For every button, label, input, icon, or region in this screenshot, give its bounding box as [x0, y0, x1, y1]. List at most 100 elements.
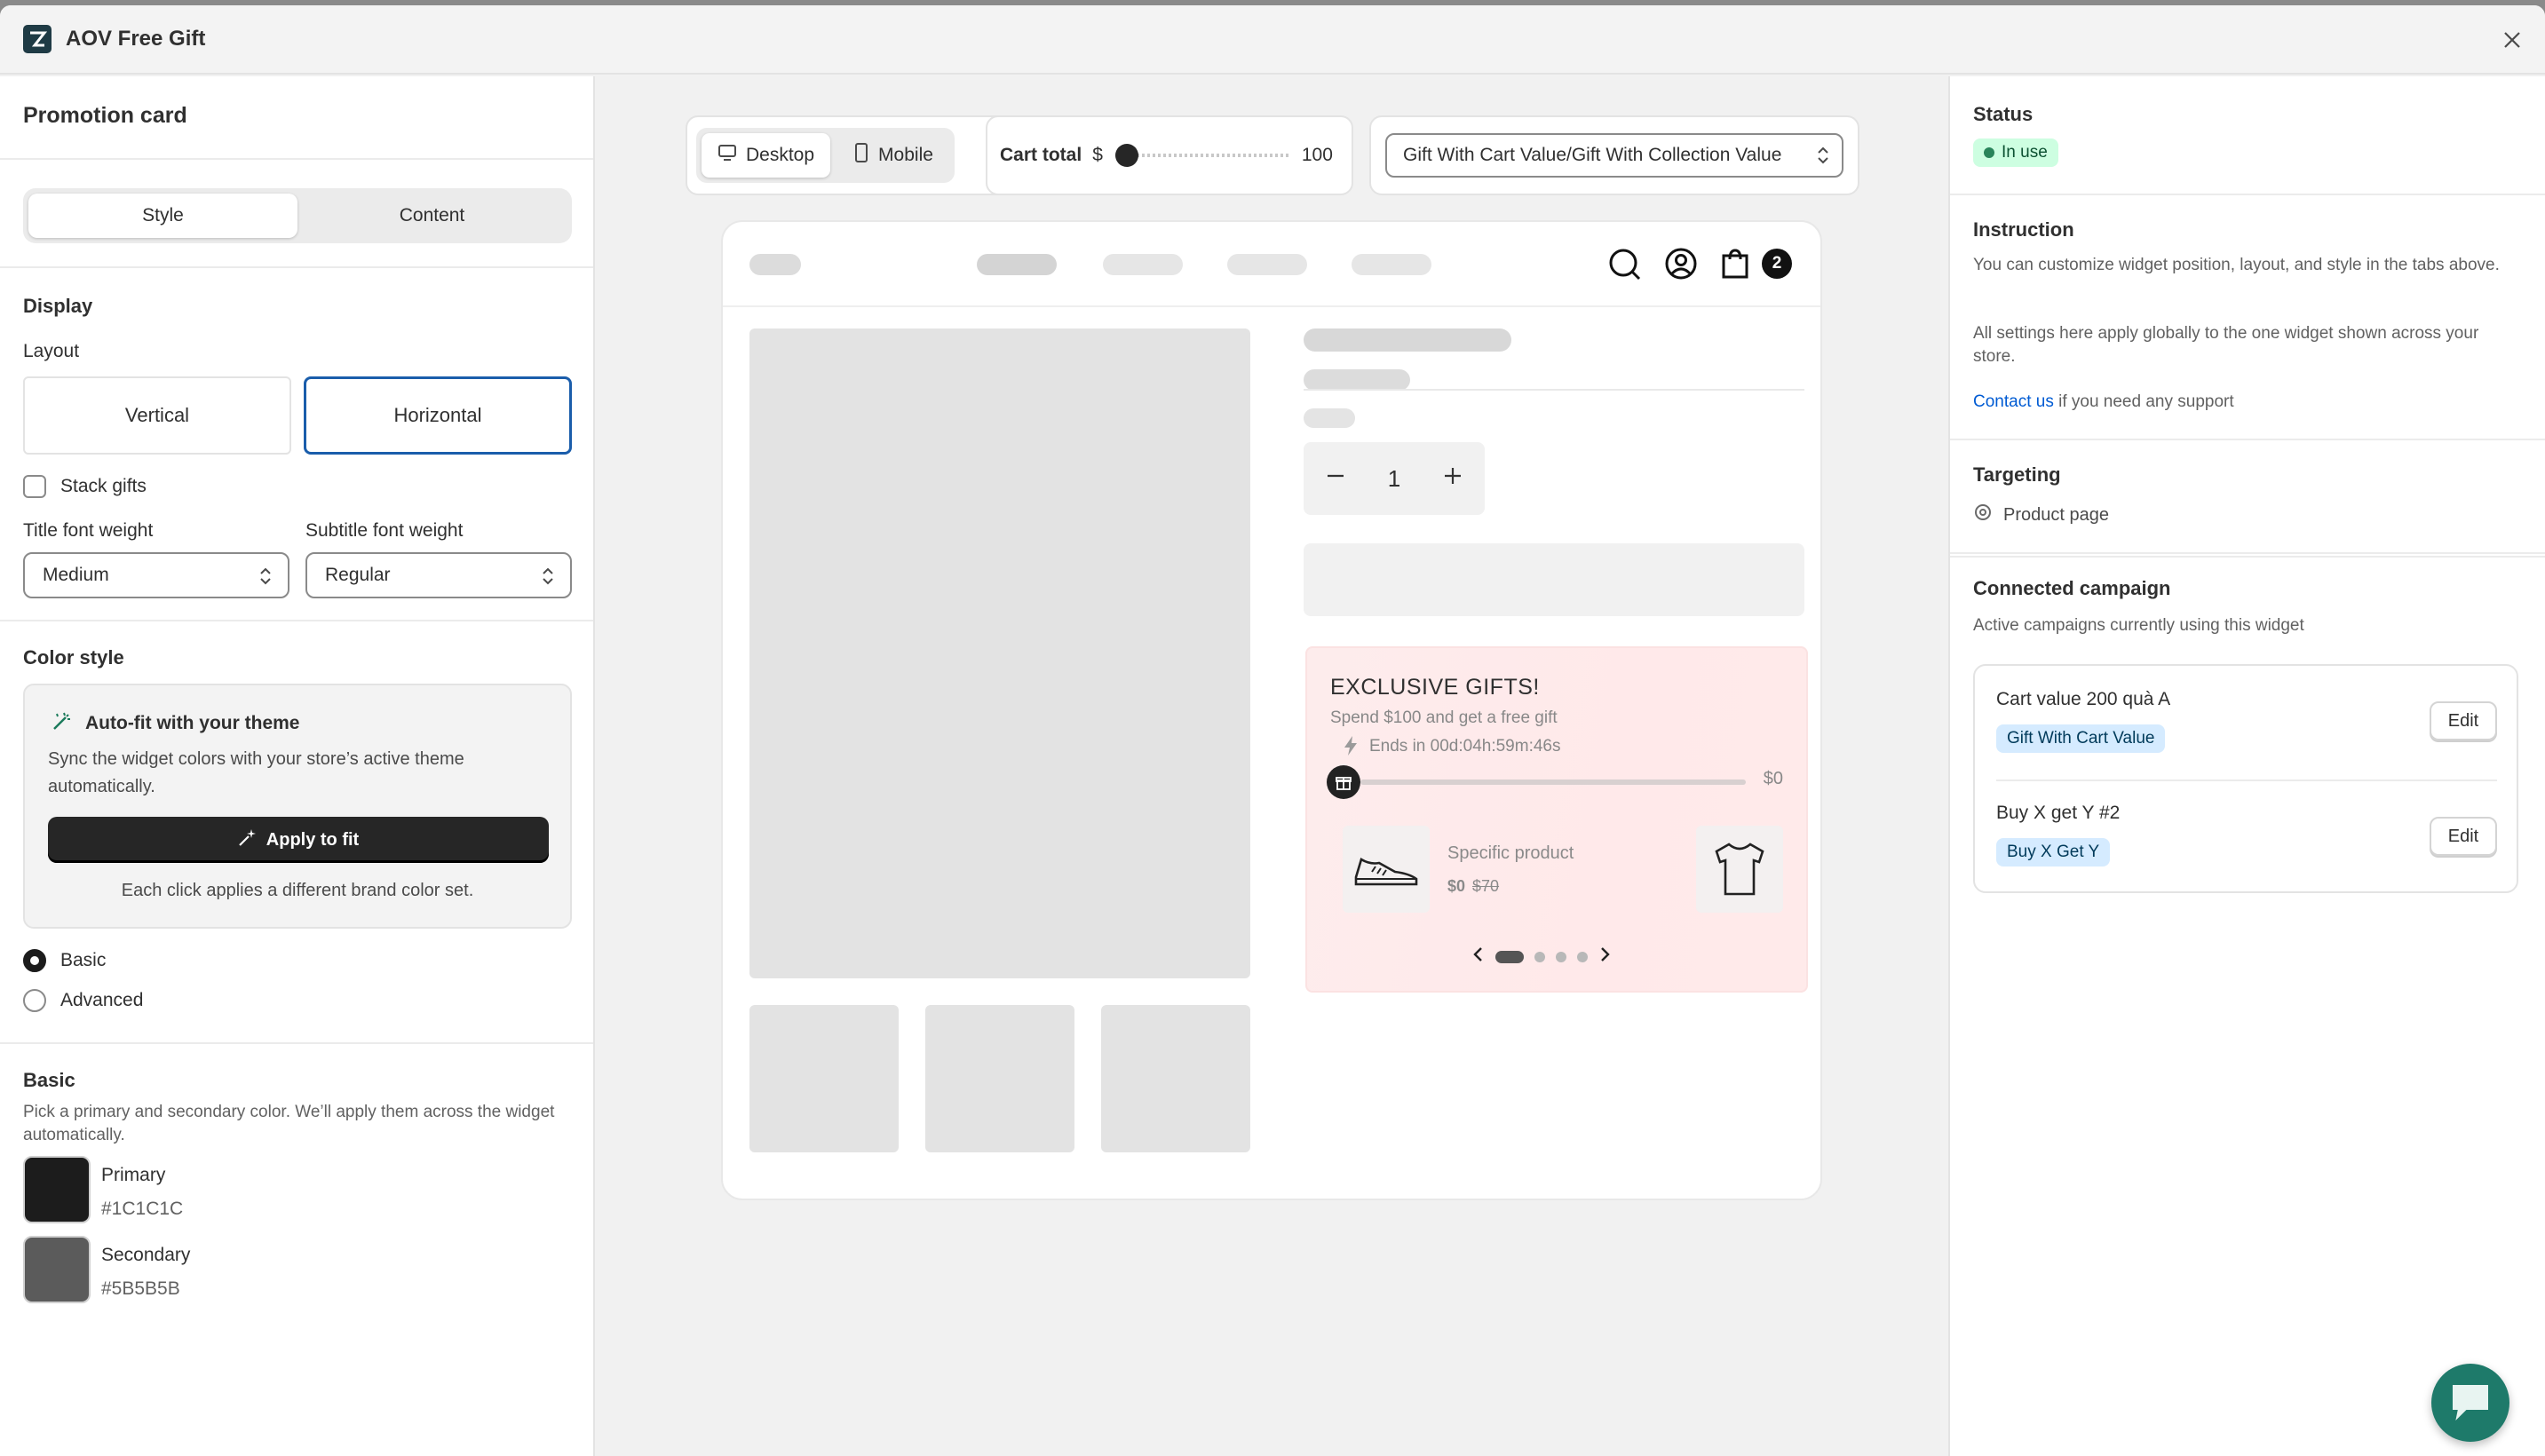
status-section: Status In use — [1950, 76, 2545, 195]
stack-gifts-row[interactable]: Stack gifts — [23, 475, 147, 498]
thumbnail-placeholder — [749, 1005, 899, 1152]
settings-panel: Promotion card Style Content Display Lay… — [0, 76, 595, 1456]
account-icon — [1664, 247, 1698, 285]
autofit-card: Auto-fit with your theme Sync the widget… — [23, 684, 572, 929]
quantity-value: 1 — [1387, 464, 1401, 492]
title-font-weight-value: Medium — [43, 565, 109, 585]
currency-symbol: $ — [1092, 145, 1103, 165]
display-heading: Display — [23, 295, 93, 317]
subtitle-font-weight-label: Subtitle font weight — [305, 520, 464, 541]
carousel-pagination — [1472, 946, 1611, 967]
cart-total-slider[interactable] — [1114, 144, 1289, 167]
search-icon — [1607, 247, 1643, 287]
target-icon — [1973, 502, 1993, 527]
store-preview: 2 1 EXCLUSIVE GIFTS! Spend $100 and get … — [721, 220, 1822, 1200]
tab-content[interactable]: Content — [297, 194, 567, 238]
chat-button[interactable] — [2431, 1364, 2509, 1442]
app-title: AOV Free Gift — [66, 27, 206, 51]
minus-icon[interactable] — [1325, 465, 1346, 493]
stack-gifts-label: Stack gifts — [60, 476, 147, 496]
title-placeholder — [1304, 328, 1511, 352]
apply-to-fit-label: Apply to fit — [266, 829, 360, 850]
secondary-color-swatch[interactable] — [23, 1236, 91, 1303]
desktop-button[interactable]: Desktop — [702, 133, 831, 178]
nav-placeholder — [1352, 254, 1431, 275]
select-chevron-icon — [1815, 144, 1831, 172]
device-toggle: Desktop Mobile — [696, 128, 955, 183]
nav-placeholder — [1103, 254, 1183, 275]
desktop-label: Desktop — [746, 145, 815, 165]
magic-wand-icon — [52, 710, 73, 736]
chevron-left-icon[interactable] — [1472, 946, 1485, 967]
chevron-right-icon[interactable] — [1598, 946, 1611, 967]
color-style-heading: Color style — [23, 646, 124, 669]
apply-to-fit-button[interactable]: Apply to fit — [48, 817, 549, 863]
carousel-dot[interactable] — [1577, 951, 1588, 962]
cart-total-card: Cart total $ 100 — [986, 115, 1353, 195]
cart-total-value: 100 — [1301, 145, 1333, 165]
subtitle-font-weight-value: Regular — [325, 565, 391, 585]
chat-icon — [2448, 1381, 2493, 1426]
cart-icon — [1719, 247, 1751, 285]
primary-color-swatch[interactable] — [23, 1156, 91, 1223]
radio-basic-label: Basic — [60, 950, 107, 970]
slider-thumb[interactable] — [1114, 144, 1138, 167]
style-content-tabs: Style Content — [23, 188, 572, 243]
targeting-item: Product page — [1973, 502, 2109, 527]
gift-compare-price: $70 — [1472, 877, 1500, 895]
nav-placeholder — [1227, 254, 1307, 275]
edit-button[interactable]: Edit — [2430, 701, 2497, 740]
radio-advanced-row[interactable]: Advanced — [23, 989, 143, 1012]
gift-price: $0 — [1447, 877, 1466, 895]
cart-total-label: Cart total — [1000, 145, 1082, 165]
carousel-dot[interactable] — [1556, 951, 1566, 962]
campaign-type-badge: Gift With Cart Value — [1996, 724, 2166, 753]
carousel-dot-active[interactable] — [1495, 950, 1524, 963]
contact-us-link[interactable]: Contact us — [1973, 392, 2054, 411]
desktop-icon — [718, 143, 737, 168]
mobile-button[interactable]: Mobile — [837, 133, 949, 178]
title-font-weight-select[interactable]: Medium — [23, 552, 289, 598]
radio-advanced[interactable] — [23, 989, 46, 1012]
secondary-color-label: Secondary — [101, 1245, 191, 1265]
device-toggle-card: Desktop Mobile — [686, 115, 1018, 195]
status-badge-label: In use — [2002, 143, 2048, 162]
app-logo-icon — [23, 25, 52, 53]
campaign-select-card: Gift With Cart Value/Gift With Collectio… — [1369, 115, 1859, 195]
basic-heading: Basic — [23, 1069, 75, 1091]
apply-hint: Each click applies a different brand col… — [121, 881, 474, 900]
primary-color-label: Primary — [101, 1165, 166, 1185]
primary-color-value: #1C1C1C — [101, 1199, 184, 1219]
stack-gifts-checkbox[interactable] — [23, 475, 46, 498]
cart-count-badge: 2 — [1762, 249, 1792, 279]
edit-button[interactable]: Edit — [2430, 817, 2497, 856]
connected-campaign-description: Active campaigns currently using this wi… — [1973, 616, 2304, 635]
tab-style[interactable]: Style — [28, 194, 297, 238]
close-icon[interactable] — [2497, 25, 2527, 55]
targeting-section: Targeting Product page — [1950, 439, 2545, 554]
support-line: Contact us if you need any support — [1973, 392, 2234, 412]
carousel-dot[interactable] — [1534, 951, 1545, 962]
autofit-description: Sync the widget colors with your store’s… — [48, 749, 464, 796]
logo-placeholder — [749, 254, 801, 275]
layout-horizontal-option[interactable]: Horizontal — [304, 376, 572, 455]
campaign-name: Cart value 200 quà A — [1996, 689, 2171, 709]
subtitle-font-weight-select[interactable]: Regular — [305, 552, 572, 598]
product-image-placeholder — [749, 328, 1250, 978]
thumbnail-placeholder — [1101, 1005, 1250, 1152]
quantity-stepper[interactable]: 1 — [1304, 442, 1485, 515]
list-item: Buy X get Y #2 Buy X Get Y Edit — [1975, 781, 2517, 895]
campaign-select[interactable]: Gift With Cart Value/Gift With Collectio… — [1385, 133, 1843, 178]
nav-placeholder — [977, 254, 1057, 275]
title-font-weight-label: Title font weight — [23, 520, 154, 541]
radio-basic-row[interactable]: Basic — [23, 949, 106, 972]
promo-title: EXCLUSIVE GIFTS! — [1330, 675, 1540, 700]
secondary-color-value: #5B5B5B — [101, 1278, 180, 1299]
promotion-card-widget: EXCLUSIVE GIFTS! Spend $100 and get a fr… — [1305, 646, 1808, 993]
layout-vertical-option[interactable]: Vertical — [23, 376, 291, 455]
plus-icon[interactable] — [1442, 465, 1463, 493]
targeting-heading: Targeting — [1973, 463, 2061, 486]
radio-basic[interactable] — [23, 949, 46, 972]
add-to-cart-placeholder — [1304, 543, 1804, 616]
select-chevron-icon — [258, 565, 274, 593]
